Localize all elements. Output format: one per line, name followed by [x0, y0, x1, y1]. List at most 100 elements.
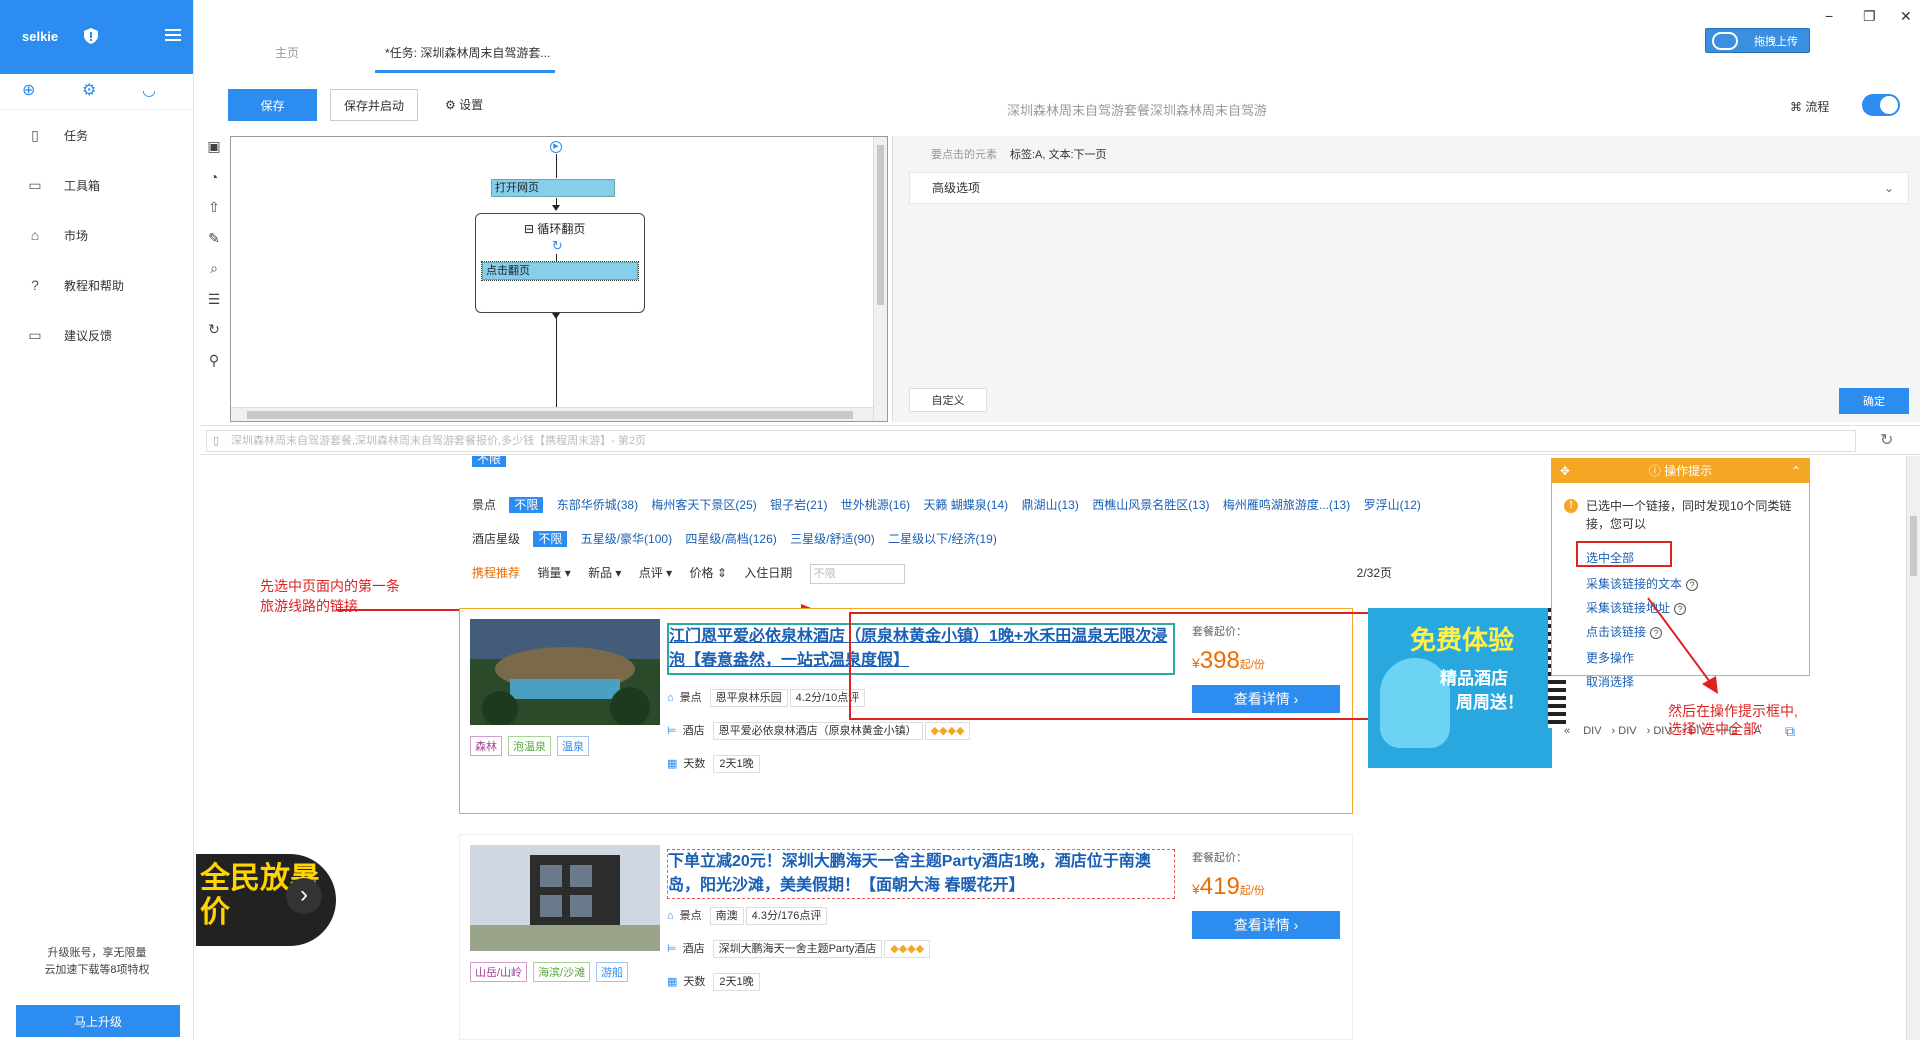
flow-toggle[interactable] — [1862, 94, 1900, 116]
sidebar-item-help[interactable]: ? 教程和帮助 — [0, 260, 193, 310]
path-segment[interactable]: DIV — [1618, 725, 1636, 737]
info-label: 天数 — [683, 976, 706, 988]
hotel-value[interactable]: 深圳大鹏海天一舍主题Party酒店 — [712, 940, 883, 958]
more-actions-link[interactable]: 更多操作 — [1586, 649, 1634, 666]
sort-sales[interactable]: 销量 ▾ — [537, 566, 570, 580]
cancel-selection-link[interactable]: 取消选择 — [1586, 673, 1634, 690]
node-click-next-page[interactable]: 点击翻页 — [481, 261, 639, 281]
filter-option[interactable]: 三星级/舒适(90) — [790, 532, 875, 546]
filter-option[interactable]: 梅州雁鸣湖旅游度...(13) — [1223, 498, 1350, 512]
extract-link-text-link[interactable]: 采集该链接的文本? — [1586, 575, 1699, 592]
checkin-date-input[interactable]: 不限 — [809, 564, 905, 584]
filter-option[interactable]: 二星级以下/经济(19) — [888, 532, 997, 546]
path-segment[interactable]: DIV — [1583, 725, 1601, 737]
tree-icon[interactable]: ⚲ — [200, 352, 228, 383]
sort-reviews[interactable]: 点评 ▾ — [639, 566, 672, 580]
sidebar-item-task[interactable]: ▯ 任务 — [0, 110, 193, 160]
edit-icon[interactable]: ✎ — [200, 230, 228, 261]
address-field[interactable]: 深圳森林周末自驾游套餐,深圳森林周末自驾游套餐报价,多少钱【携程周末游】- 第2… — [206, 430, 1856, 452]
top-bar: 主页 *任务: 深圳森林周末自驾游套... 拖拽上传 − ❐ ✕ — [195, 0, 1920, 74]
filter-option[interactable]: 银子岩(21) — [770, 498, 827, 512]
filter-row-partial: 不限 — [472, 456, 516, 467]
save-button[interactable]: 保存 — [228, 89, 317, 121]
loop-container[interactable]: ⊟ 循环翻页 ↻ 点击翻页 — [475, 213, 645, 313]
sidebar-item-market[interactable]: ⌂ 市场 — [0, 210, 193, 260]
filter-option[interactable]: 东部华侨城(38) — [557, 498, 638, 512]
search-icon[interactable]: ⌕ — [200, 260, 228, 291]
brand-name: selkie — [22, 29, 59, 44]
tag[interactable]: 山岳/山岭 — [470, 962, 528, 982]
view-details-button[interactable]: 查看详情 › — [1192, 911, 1340, 939]
sort-price[interactable]: 价格 ⇕ — [690, 566, 727, 580]
confirm-button[interactable]: 确定 — [1839, 388, 1909, 414]
tag[interactable]: 游船 — [596, 962, 629, 982]
filter-unlimited[interactable]: 不限 — [472, 456, 507, 467]
tab-task[interactable]: *任务: 深圳森林周末自驾游套... — [385, 44, 550, 61]
drag-upload-button[interactable]: 拖拽上传 — [1705, 28, 1810, 53]
refresh-icon[interactable]: ↻ — [1880, 430, 1893, 450]
headset-icon[interactable]: ◡ — [142, 82, 156, 100]
node-open-page[interactable]: 打开网页 — [491, 179, 615, 197]
custom-button[interactable]: 自定义 — [909, 388, 987, 412]
scenic-value[interactable]: 恩平泉林乐园 — [709, 689, 788, 707]
filter-option[interactable]: 世外桃源(16) — [841, 498, 910, 512]
settings-button[interactable]: ⚙ 设置 — [445, 96, 483, 113]
workflow-canvas[interactable]: ▶ 打开网页 ⊟ 循环翻页 ↻ 点击翻页 — [230, 136, 888, 422]
filter-option[interactable]: 鼎湖山(13) — [1022, 498, 1079, 512]
gear-icon: ⚙ — [445, 98, 460, 112]
help-icon[interactable]: ? — [1686, 579, 1699, 591]
ad-banner[interactable]: 免费体验 精品酒店 周周送！ — [1368, 608, 1552, 768]
product-thumbnail[interactable] — [470, 845, 660, 951]
tag[interactable]: 森林 — [470, 736, 502, 756]
upload-icon[interactable]: ⇧ — [200, 199, 228, 230]
filter-option[interactable]: 罗浮山(12) — [1364, 498, 1421, 512]
tag[interactable]: 温泉 — [557, 736, 589, 756]
add-icon[interactable]: ⊕ — [22, 82, 35, 100]
element-to-click-label: 要点击的元素 — [931, 149, 997, 161]
scenic-value[interactable]: 南澳 — [709, 907, 744, 925]
upload-label: 拖拽上传 — [1754, 35, 1798, 48]
flow-arrow — [552, 313, 560, 319]
sort-recommended[interactable]: 携程推荐 — [472, 566, 520, 580]
filter-unlimited[interactable]: 不限 — [509, 497, 544, 513]
restore-icon[interactable]: ❐ — [1863, 8, 1876, 25]
loop-icon[interactable]: ↻ — [200, 321, 228, 352]
tab-home[interactable]: 主页 — [275, 44, 299, 61]
collapse-icon[interactable]: ⌃ — [1791, 459, 1801, 483]
workflow-horizontal-scrollbar[interactable] — [231, 407, 873, 421]
sidebar-item-toolbox[interactable]: ▭ 工具箱 — [0, 160, 193, 210]
filter-option[interactable]: 四星级/高档(126) — [685, 532, 776, 546]
product-thumbnail[interactable] — [470, 619, 660, 725]
filter-option[interactable]: 西樵山风景名胜区(13) — [1092, 498, 1209, 512]
filter-row-hotel-star: 酒店星级 不限 五星级/豪华(100) 四星级/高档(126) 三星级/舒适(9… — [472, 530, 1007, 547]
shield-icon[interactable] — [84, 28, 98, 44]
upgrade-button[interactable]: 马上升级 — [16, 1005, 180, 1037]
workflow-vertical-scrollbar[interactable] — [873, 137, 887, 421]
advanced-options-dropdown[interactable]: 高级选项 ⌄ — [909, 172, 1909, 204]
double-chevron-left-icon[interactable]: « — [1564, 725, 1570, 737]
close-icon[interactable]: ✕ — [1900, 8, 1912, 25]
filter-option[interactable]: 梅州客天下景区(25) — [651, 498, 756, 512]
gear-icon[interactable]: ⚙ — [82, 82, 96, 100]
hamburger-menu-icon[interactable] — [165, 29, 181, 42]
minimize-icon[interactable]: − — [1825, 8, 1833, 24]
sidebar-item-feedback[interactable]: ▭ 建议反馈 — [0, 310, 193, 360]
extract-data-icon[interactable]: ▣ — [200, 138, 228, 169]
tag[interactable]: 海滨/沙滩 — [533, 962, 591, 982]
hotel-value[interactable]: 恩平爱必依泉林酒店（原泉林黄金小镇） — [712, 722, 923, 740]
filter-option[interactable]: 五星级/豪华(100) — [581, 532, 672, 546]
tag[interactable]: 泡温泉 — [508, 736, 551, 756]
select-all-link[interactable]: 选中全部 — [1586, 549, 1634, 566]
product-title-link[interactable]: 下单立减20元！深圳大鹏海天一舍主题Party酒店1晚，酒店位于南澳岛，阳光沙滩… — [667, 849, 1175, 899]
click-icon[interactable]: ◔ — [200, 169, 228, 200]
sort-new[interactable]: 新品 ▾ — [588, 566, 621, 580]
page-vertical-scrollbar[interactable] — [1906, 456, 1920, 1040]
filter-unlimited[interactable]: 不限 — [533, 531, 568, 547]
summer-promo-badge[interactable]: 全民放暑价 › — [196, 854, 336, 946]
task-toolbar: 保存 保存并启动 ⚙ 设置 深圳森林周末自驾游套餐深圳森林周末自驾游 ⌘ 流程 — [195, 74, 1920, 134]
filter-option[interactable]: 天籁 蝴蝶泉(14) — [923, 498, 1008, 512]
list-icon[interactable]: ☰ — [200, 291, 228, 322]
diamond-rating-icon: ◆◆◆◆ — [884, 940, 931, 958]
save-and-start-button[interactable]: 保存并启动 — [330, 89, 418, 121]
drag-handle-icon[interactable]: ✥ — [1560, 459, 1570, 483]
